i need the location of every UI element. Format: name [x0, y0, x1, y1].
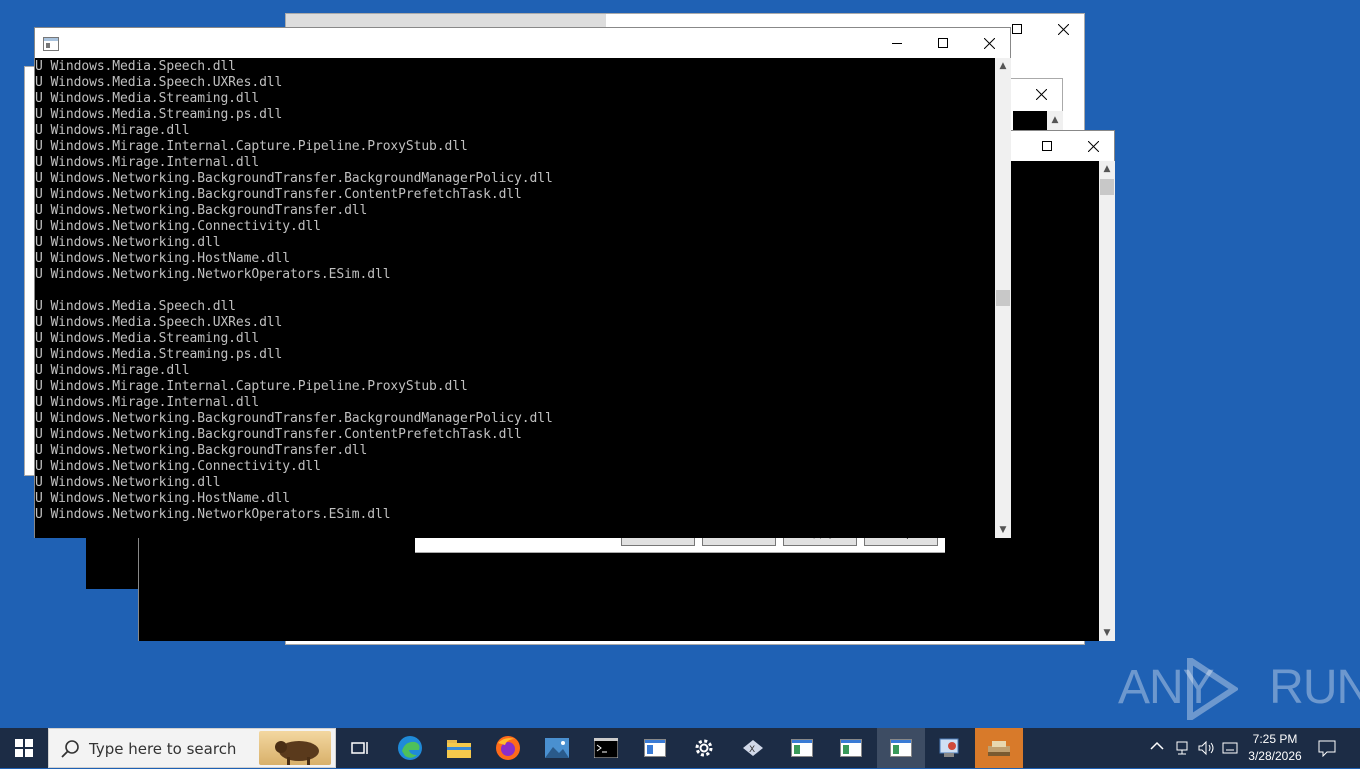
console-line: U Windows.Networking.BackgroundTransfer.…	[35, 427, 522, 442]
maximize-icon[interactable]	[920, 28, 966, 58]
installer-icon[interactable]	[975, 728, 1023, 768]
settings-gear-icon[interactable]	[680, 728, 728, 768]
window-app-icon[interactable]	[827, 728, 875, 768]
console-line: U Windows.Networking.BackgroundTransfer.…	[35, 203, 368, 218]
edge-icon[interactable]	[386, 728, 434, 768]
console-line: U Windows.Mirage.dll	[35, 363, 190, 378]
clock-time: 7:25 PM	[1252, 732, 1298, 746]
console-line: U Windows.Networking.BackgroundTransfer.…	[35, 187, 522, 202]
console-line: U Windows.Media.Streaming.dll	[35, 91, 260, 106]
console-line: U Windows.Networking.NetworkOperators.ES…	[35, 267, 391, 282]
file-explorer-icon[interactable]	[435, 728, 483, 768]
console-line: U Windows.Networking.HostName.dll	[35, 491, 290, 506]
search-icon	[61, 740, 79, 758]
cmd-icon[interactable]	[582, 728, 630, 768]
anyrun-watermark: ANY RUN	[1118, 656, 1360, 722]
network-icon[interactable]	[1174, 740, 1190, 760]
console-line: U Windows.Media.Streaming.ps.dll	[35, 347, 283, 362]
console-line: U Windows.Networking.BackgroundTransfer.…	[35, 443, 368, 458]
console-line: U Windows.Networking.HostName.dll	[35, 251, 290, 266]
console-line: U Windows.Media.Speech.UXRes.dll	[35, 315, 283, 330]
scroll-down-icon[interactable]: ▼	[1099, 625, 1115, 641]
console-window-icon	[43, 36, 59, 55]
show-hidden-icons[interactable]	[1150, 740, 1164, 754]
volume-icon[interactable]	[1198, 740, 1216, 760]
vertical-scrollbar[interactable]: ▲ ▼	[1099, 161, 1115, 641]
console-line: U Windows.Networking.Connectivity.dll	[35, 219, 321, 234]
watermark-text: ANY RUN	[1118, 661, 1360, 714]
search-box[interactable]: Type here to search	[48, 728, 336, 768]
scroll-thumb[interactable]	[996, 290, 1010, 306]
console-line: U Windows.Networking.BackgroundTransfer.…	[35, 411, 553, 426]
console-line: U Windows.Mirage.Internal.dll	[35, 395, 260, 410]
console-line: U Windows.Mirage.Internal.Capture.Pipeli…	[35, 379, 468, 394]
console-line: U Windows.Media.Streaming.dll	[35, 331, 260, 346]
console-line: U Windows.Networking.dll	[35, 235, 221, 250]
console-line: U Windows.Networking.NetworkOperators.ES…	[35, 507, 391, 522]
console-window-main[interactable]: U Windows.Media.Speech.dll U Windows.Medi…	[34, 27, 1011, 538]
console-line: U Windows.Networking.dll	[35, 475, 221, 490]
console-text: U Windows.Media.Speech.dll U Windows.Medi…	[35, 59, 553, 523]
close-icon[interactable]	[966, 28, 1012, 58]
console-line: U Windows.Media.Speech.dll	[35, 59, 236, 74]
console-line: U Windows.Media.Speech.dll	[35, 299, 236, 314]
start-icon[interactable]	[0, 728, 48, 768]
firefox-icon[interactable]	[484, 728, 532, 768]
vertical-scrollbar[interactable]: ▲ ▼	[995, 58, 1011, 538]
app-icon[interactable]: X	[729, 728, 777, 768]
clock[interactable]: 7:25 PM 3/28/2026	[1245, 731, 1305, 765]
notifications-icon[interactable]	[1318, 739, 1336, 761]
console-line: U Windows.Networking.BackgroundTransfer.…	[35, 171, 553, 186]
close-icon[interactable]	[1018, 79, 1064, 109]
window-app-icon[interactable]	[877, 728, 925, 768]
console-line: U Windows.Media.Streaming.ps.dll	[35, 107, 283, 122]
console-output-area[interactable]: U Windows.Media.Speech.dll U Windows.Medi…	[35, 58, 995, 538]
photos-icon[interactable]	[533, 728, 581, 768]
search-placeholder: Type here to search	[89, 740, 237, 758]
scroll-up-icon[interactable]: ▲	[995, 58, 1011, 74]
title-bar[interactable]	[35, 28, 1010, 58]
window-app-icon[interactable]	[631, 728, 679, 768]
scroll-down-icon[interactable]: ▼	[995, 522, 1011, 538]
task-view-icon[interactable]	[336, 728, 384, 768]
keyboard-icon[interactable]	[1222, 740, 1240, 760]
close-icon[interactable]	[1040, 14, 1086, 44]
maximize-icon[interactable]	[1024, 131, 1070, 161]
console-line: U Windows.Mirage.Internal.dll	[35, 155, 260, 170]
close-icon[interactable]	[1070, 131, 1116, 161]
clock-date: 3/28/2026	[1248, 749, 1302, 763]
scroll-up-icon[interactable]: ▲	[1099, 161, 1115, 177]
svg-text:X: X	[749, 745, 755, 755]
window-app-icon[interactable]	[778, 728, 826, 768]
console-line: U Windows.Networking.Connectivity.dll	[35, 459, 321, 474]
play-logo-icon	[1187, 658, 1238, 720]
console-line: U Windows.Mirage.Internal.Capture.Pipeli…	[35, 139, 468, 154]
taskbar: Type here to search X 7:25 PM 3/28/2026	[0, 728, 1360, 768]
scroll-thumb[interactable]	[1100, 179, 1114, 195]
minimize-icon[interactable]	[874, 28, 920, 58]
control-panel-icon[interactable]	[926, 728, 974, 768]
search-highlight-image	[259, 731, 331, 765]
console-line: U Windows.Mirage.dll	[35, 123, 190, 138]
console-line: U Windows.Media.Speech.UXRes.dll	[35, 75, 283, 90]
